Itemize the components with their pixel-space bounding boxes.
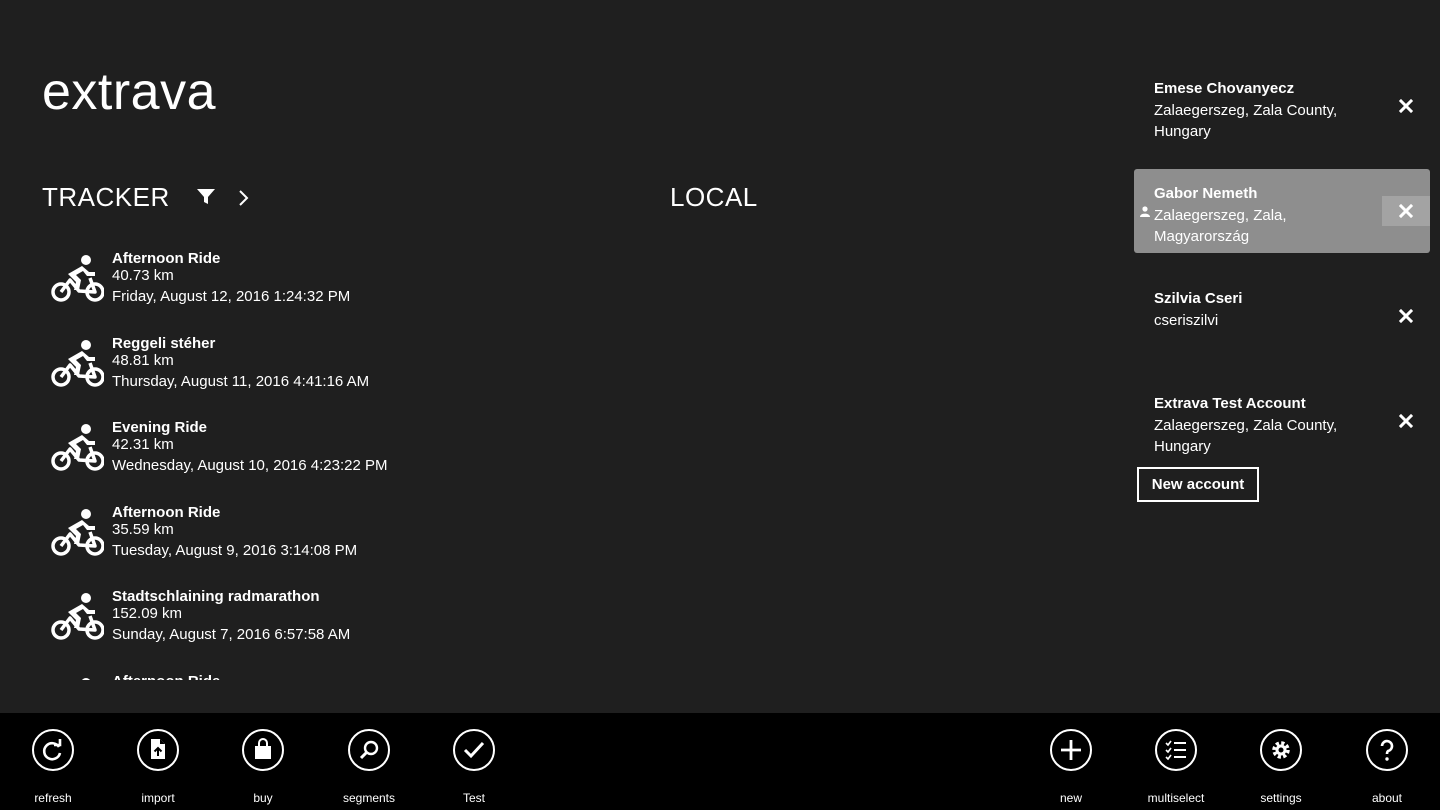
chevron-right-icon[interactable] bbox=[236, 188, 250, 208]
app-bar-label: settings bbox=[1260, 791, 1302, 805]
activity-distance: 48.81 km bbox=[112, 351, 174, 369]
bag-icon bbox=[255, 738, 271, 759]
app-bar-label: segments bbox=[342, 791, 396, 805]
app-bar-icon-circle bbox=[348, 729, 390, 771]
remove-account-button[interactable] bbox=[1382, 91, 1430, 121]
activity-date: Sunday, August 7, 2016 6:57:58 AM bbox=[112, 626, 351, 643]
activity-item[interactable]: Afternoon Ride 40.73 km Friday, August 1… bbox=[44, 246, 604, 331]
activity-date: Wednesday, August 10, 2016 4:23:22 PM bbox=[112, 457, 388, 474]
app-bar-label: Test bbox=[462, 791, 485, 805]
bicycle-icon bbox=[51, 424, 104, 471]
bicycle-icon bbox=[51, 339, 104, 387]
search-icon bbox=[359, 740, 379, 760]
segments-button[interactable]: segments bbox=[316, 727, 422, 807]
app-bar: refresh import buy segments Test new multisele… bbox=[0, 713, 1440, 810]
app-bar-icon-circle bbox=[32, 729, 74, 771]
activity-item[interactable]: Reggeli stéher 48.81 km Thursday, August… bbox=[44, 331, 604, 416]
account-name: Gabor Nemeth bbox=[1154, 185, 1258, 202]
close-icon bbox=[1399, 309, 1413, 323]
activity-name: Afternoon Ride bbox=[112, 250, 221, 267]
app-bar-label: buy bbox=[253, 791, 273, 805]
app-bar-label: multiselect bbox=[1147, 791, 1205, 805]
settings-button[interactable]: settings bbox=[1228, 727, 1334, 807]
buy-button[interactable]: buy bbox=[210, 727, 316, 807]
plus-icon bbox=[1061, 740, 1081, 760]
app-bar-icon-circle bbox=[453, 729, 495, 771]
app-bar-icon-circle bbox=[1050, 729, 1092, 771]
person-icon bbox=[1140, 206, 1150, 217]
app-bar-label: refresh bbox=[34, 791, 72, 805]
check-icon bbox=[463, 741, 485, 759]
activity-date: Tuesday, August 9, 2016 3:14:08 PM bbox=[112, 541, 358, 559]
app-bar-label: import bbox=[141, 791, 175, 805]
app-bar-icon-circle bbox=[137, 729, 179, 771]
test-button[interactable]: Test bbox=[421, 727, 527, 807]
app-bar-label: about bbox=[1371, 791, 1403, 805]
activity-date: Friday, August 12, 2016 1:24:32 PM bbox=[112, 288, 351, 305]
bicycle-icon bbox=[51, 508, 104, 556]
account-location: Zalaegerszeg, Zala, Magyarország bbox=[1154, 207, 1287, 245]
activity-distance: 42.31 km bbox=[112, 436, 174, 453]
refresh-icon bbox=[42, 739, 62, 761]
account-location: Zalaegerszeg, Zala County, Hungary bbox=[1154, 102, 1338, 140]
account-item[interactable]: Extrava Test Account Zalaegerszeg, Zala C… bbox=[1134, 379, 1430, 463]
activity-name: Afternoon Ride bbox=[112, 673, 220, 681]
activity-list: Afternoon Ride 40.73 km Friday, August 1… bbox=[44, 246, 604, 680]
activity-distance: 35.59 km bbox=[112, 520, 174, 538]
activity-item[interactable]: Stadtschlaining radmarathon 152.09 km Su… bbox=[44, 584, 604, 669]
bicycle-icon bbox=[51, 593, 104, 640]
app-bar-icon-circle bbox=[242, 729, 284, 771]
account-name: Extrava Test Account bbox=[1154, 395, 1306, 412]
app-bar-icon-circle bbox=[1260, 729, 1302, 771]
app-bar-label: new bbox=[1059, 791, 1082, 805]
activity-distance: 152.09 km bbox=[112, 605, 183, 622]
local-header[interactable]: LOCAL bbox=[670, 184, 758, 210]
about-button[interactable]: about bbox=[1334, 727, 1440, 807]
app-bar-icon-circle bbox=[1155, 729, 1197, 771]
account-list: Emese Chovanyecz Zalaegerszeg, Zala Count… bbox=[1134, 64, 1430, 484]
bicycle-icon bbox=[81, 677, 91, 680]
new-button[interactable]: new bbox=[1018, 727, 1124, 807]
activity-name: Afternoon Ride bbox=[112, 503, 221, 521]
activity-name: Evening Ride bbox=[112, 419, 208, 436]
activity-distance: 40.73 km bbox=[112, 267, 174, 284]
close-icon bbox=[1399, 99, 1413, 113]
bicycle-icon bbox=[51, 255, 104, 302]
remove-account-button[interactable] bbox=[1382, 196, 1430, 226]
new-account-button[interactable]: New account bbox=[1137, 467, 1259, 502]
account-item[interactable]: Gabor Nemeth Zalaegerszeg, Zala, Magyaror… bbox=[1134, 169, 1430, 253]
multiselect-button[interactable]: multiselect bbox=[1123, 727, 1229, 807]
account-item[interactable]: Szilvia Cseri cseriszilvi bbox=[1134, 274, 1430, 358]
tracker-header[interactable]: TRACKER bbox=[42, 184, 170, 210]
activity-item[interactable]: Afternoon Ride bbox=[44, 669, 604, 681]
activity-item[interactable]: Afternoon Ride 35.59 km Tuesday, August … bbox=[44, 500, 604, 585]
app-title: extrava bbox=[42, 63, 217, 121]
close-icon bbox=[1399, 204, 1413, 218]
app-bar-icon-circle bbox=[1366, 729, 1408, 771]
activity-name: Reggeli stéher bbox=[112, 334, 216, 352]
close-icon bbox=[1399, 414, 1413, 428]
activity-name: Stadtschlaining radmarathon bbox=[112, 588, 320, 605]
account-name: Emese Chovanyecz bbox=[1154, 80, 1295, 97]
account-location: Zalaegerszeg, Zala County, Hungary bbox=[1154, 417, 1338, 455]
activity-item[interactable]: Evening Ride 42.31 km Wednesday, August … bbox=[44, 415, 604, 500]
activity-date: Thursday, August 11, 2016 4:41:16 AM bbox=[112, 372, 370, 390]
refresh-button[interactable]: refresh bbox=[0, 727, 106, 807]
remove-account-button[interactable] bbox=[1382, 406, 1430, 436]
account-item[interactable]: Emese Chovanyecz Zalaegerszeg, Zala Count… bbox=[1134, 64, 1430, 148]
account-name: Szilvia Cseri bbox=[1154, 290, 1243, 307]
account-location: cseriszilvi bbox=[1154, 312, 1219, 329]
checklist-icon bbox=[1165, 740, 1186, 761]
gear-icon bbox=[1272, 741, 1290, 759]
import-icon bbox=[151, 739, 165, 759]
question-icon bbox=[1380, 739, 1394, 761]
import-button[interactable]: import bbox=[105, 727, 211, 807]
filter-icon[interactable] bbox=[197, 189, 215, 205]
remove-account-button[interactable] bbox=[1382, 301, 1430, 331]
